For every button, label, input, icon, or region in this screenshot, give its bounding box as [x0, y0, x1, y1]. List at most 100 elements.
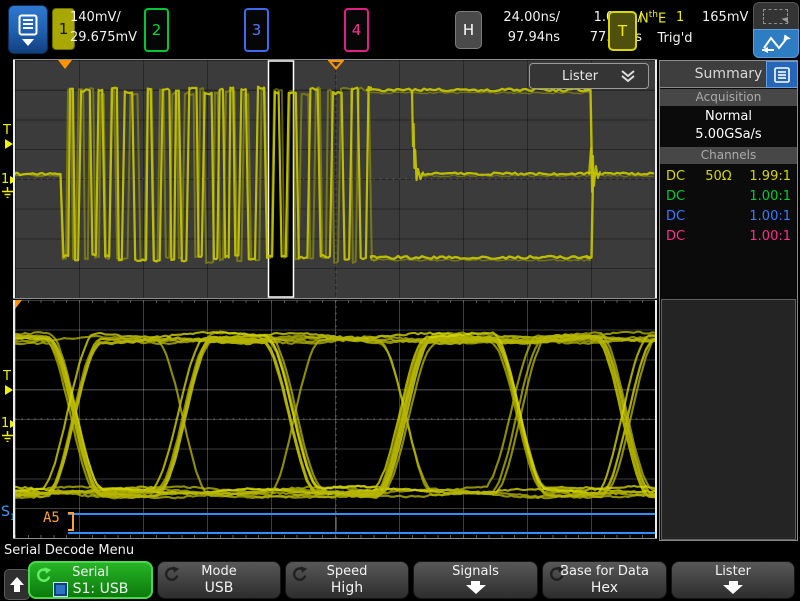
probe-ratio: 1.00:1 — [745, 227, 791, 247]
impedance — [692, 227, 745, 247]
eye-trace — [15, 335, 655, 494]
eye-trace — [15, 338, 655, 498]
eye-trace — [15, 335, 655, 494]
menu-title: Serial Decode Menu — [4, 543, 134, 558]
header-bar: 1 140mV/ 29.675mV 2 3 4 H 24.00ns/ 97.94… — [0, 0, 800, 58]
low-rail-fuzz — [371, 259, 590, 261]
cycle-icon — [549, 566, 565, 582]
trigger-position-marker-clipped — [13, 300, 22, 309]
softkey-label: Signals — [414, 565, 537, 579]
probe-ratio: 1.00:1 — [745, 207, 791, 227]
low-rail — [371, 256, 590, 259]
channel-2-button[interactable]: 2 — [144, 8, 169, 52]
coupling: DC — [666, 207, 692, 227]
lister-dropdown-button[interactable]: Lister — [529, 63, 649, 89]
cycle-icon — [36, 567, 52, 583]
acquisition-section-header: Acquisition — [660, 89, 797, 106]
main-window-graticule: Lister — [13, 60, 657, 298]
trigger-mode: NthE — [639, 10, 666, 26]
fall-edge — [412, 91, 423, 180]
eye-trace — [15, 332, 655, 492]
eye-trace — [15, 338, 655, 498]
graticule-mid-edge — [13, 298, 657, 299]
lister-dropdown-label: Lister — [562, 69, 598, 84]
main-delay: 97.94ns — [486, 28, 560, 48]
impedance: 50Ω — [692, 167, 745, 187]
probe-ratio: 1.00:1 — [745, 187, 791, 207]
cycle-icon — [292, 566, 308, 582]
coupling: DC — [666, 167, 692, 187]
softkey-value: High — [286, 581, 408, 596]
eye-trace — [15, 337, 655, 497]
channel-2-summary-row: DC 1.00:1 — [660, 187, 797, 207]
double-chevron-down-icon — [620, 70, 636, 83]
eye-trace — [15, 332, 655, 492]
channel-1-summary-row: DC 50Ω 1.99:1 — [660, 167, 797, 187]
chevron-down-icon — [22, 39, 34, 46]
softkey-serial[interactable]: Serial S1: USB — [28, 561, 153, 599]
channel-4-summary-row: DC 1.00:1 — [660, 227, 797, 247]
eye-trace — [15, 335, 655, 495]
decode-bracket — [68, 512, 74, 531]
time-reference-marker[interactable] — [328, 60, 344, 70]
idle-line — [422, 173, 653, 176]
softkey-base-for-data[interactable]: Base for Data Hex — [542, 561, 667, 599]
acquisition-mode: Normal — [660, 108, 797, 126]
oscilloscope-screen: 1 140mV/ 29.675mV 2 3 4 H 24.00ns/ 97.94… — [0, 0, 800, 601]
menu-list-icon — [18, 14, 38, 36]
zoom-trigger-marker-label: T — [3, 370, 11, 383]
softkey-mode[interactable]: Mode USB — [157, 561, 281, 599]
zoom-window-graticule: A5 — [13, 300, 657, 538]
decode-value: A5 — [43, 510, 60, 526]
horizontal-main-readout: 24.00ns/ 97.94ns — [486, 8, 560, 48]
eye-trace — [15, 338, 655, 498]
eye-trace — [15, 337, 655, 497]
coupling: DC — [666, 227, 692, 247]
main-waveform — [15, 60, 655, 298]
high-rail-fuzz — [367, 92, 589, 94]
waveform-drag-icon — [754, 30, 798, 57]
eye-trace — [15, 338, 655, 498]
trigger-status: Trig'd — [648, 31, 702, 46]
sidebar-menu-button[interactable] — [766, 61, 798, 88]
back-button[interactable] — [4, 569, 30, 600]
softkey-speed[interactable]: Speed High — [285, 561, 409, 599]
sample-rate: 5.00GSa/s — [660, 126, 797, 144]
eye-diagram-waveform — [15, 300, 655, 538]
main-menu-button[interactable] — [8, 5, 48, 54]
softkey-label: Lister — [672, 565, 794, 579]
channel-3-button[interactable]: 3 — [244, 8, 269, 52]
ground-icon — [2, 187, 13, 198]
down-arrow-icon — [723, 585, 743, 594]
eye-trace — [15, 333, 655, 493]
main-trigger-marker-label: T — [3, 124, 11, 137]
trigger-edge-count: 1 — [676, 10, 684, 25]
channel-4-button[interactable]: 4 — [344, 8, 369, 52]
channel-1-scale: 140mV/ — [70, 8, 137, 28]
softkey-lister[interactable]: Lister — [671, 561, 795, 599]
serial-checkbox-icon — [53, 582, 68, 597]
trigger-level: 165mV — [702, 10, 752, 25]
end-ringing — [589, 148, 600, 192]
zoom-trigger-marker[interactable] — [5, 385, 13, 395]
softkey-value: S1: USB — [73, 582, 129, 597]
coupling: DC — [666, 187, 692, 207]
trigger-position-marker[interactable] — [58, 60, 72, 69]
trigger-button[interactable]: T — [608, 11, 637, 51]
up-arrow-icon — [10, 577, 24, 585]
channels-section-header: Channels — [660, 147, 797, 164]
eye-trace — [15, 332, 655, 492]
channel-1-readout: 140mV/ 29.675mV — [70, 8, 137, 48]
main-trigger-marker[interactable] — [5, 139, 13, 149]
eye-trace — [15, 336, 655, 496]
touch-gesture-tool-button[interactable] — [753, 29, 799, 58]
horizontal-button[interactable]: H — [455, 11, 482, 49]
menu-list-icon — [774, 67, 790, 83]
main-channel-marker-label: 1 — [1, 172, 9, 187]
zone-select-tool-button[interactable] — [753, 2, 799, 31]
sidebar-empty-panel — [661, 299, 796, 540]
impedance — [692, 187, 745, 207]
softkey-signals[interactable]: Signals — [413, 561, 538, 599]
softkey-value: USB — [158, 581, 280, 596]
eye-trace — [15, 335, 655, 494]
